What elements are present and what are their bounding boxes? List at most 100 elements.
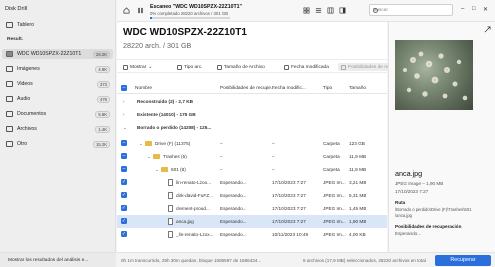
sidebar-item-disk[interactable]: WDC WD10SPZX-22Z10T1 28.2K — [2, 49, 113, 59]
chevron-right-icon: › — [123, 98, 125, 104]
minimize-button[interactable]: – — [461, 6, 464, 12]
group-row-deleted[interactable]: ⌄ Borrado o perdido (14208) - 125... — [117, 121, 387, 134]
row-checkbox[interactable]: – — [121, 153, 127, 160]
image-file-icon — [168, 218, 173, 225]
row-recovery: – — [220, 141, 223, 146]
count-badge: 5.8K — [95, 110, 110, 118]
row-checkbox[interactable]: ✓ — [121, 179, 127, 186]
list-view-icon[interactable] — [315, 7, 322, 14]
row-type: Carpeta — [323, 154, 340, 159]
chevron-down-icon: ⌄ — [147, 153, 151, 159]
column-recovery[interactable]: Posibilidades de recupe... — [220, 86, 275, 91]
row-size: 123 GB — [349, 141, 365, 146]
show-dropdown[interactable]: Mostrar ⌄ — [123, 63, 152, 71]
row-checkbox[interactable]: – — [121, 166, 127, 173]
search-icon — [373, 8, 378, 13]
sidebar: Disk Drill Tablero Result. WDC WD10SPZX-… — [0, 0, 116, 267]
row-modified: – — [272, 141, 275, 146]
audio-icon — [6, 96, 13, 102]
sidebar-item-images[interactable]: Imágenes 4.9K — [2, 64, 113, 74]
sidebar-item-documents[interactable]: Documentos 5.8K — [2, 109, 113, 119]
count-badge: 373 — [97, 80, 110, 88]
scan-title: Escaneo "WDC WD10SPZX-22Z10T1" — [150, 4, 242, 10]
row-type: JPEG Im... — [323, 232, 346, 237]
row-size: 5,31 MB — [349, 193, 367, 198]
show-results-link[interactable]: Mostrar los resultados del análisis e... — [0, 252, 116, 267]
column-size[interactable]: Tamaño — [349, 86, 366, 91]
row-type: JPEG Im... — [323, 219, 346, 224]
count-badge: 28.2K — [93, 50, 110, 58]
recovery-icon — [341, 64, 346, 70]
row-size: 11,9 MB — [349, 154, 367, 159]
row-checkbox[interactable]: ✓ — [121, 218, 127, 225]
table-row[interactable]: ✓ clement-proud... Esperando... 17/10/20… — [117, 202, 387, 215]
filesize-filter[interactable]: Tamaño de Archivo — [217, 63, 265, 71]
recover-button[interactable]: Recuperar — [435, 255, 491, 266]
folder-icon — [153, 153, 160, 159]
column-modified[interactable]: Fecha modific... — [272, 86, 306, 91]
document-icon — [6, 111, 13, 117]
image-file-icon — [168, 192, 173, 199]
sidebar-item-audio[interactable]: Audio 476 — [2, 94, 113, 104]
image-icon — [6, 66, 13, 72]
row-checkbox[interactable]: ✓ — [121, 231, 127, 238]
table-row[interactable]: ✓ dirk-david-FuFZ... Esperando... 17/10/… — [117, 189, 387, 202]
image-file-icon — [168, 179, 173, 186]
count-badge: 476 — [97, 95, 110, 103]
show-label: Mostrar — [130, 64, 147, 70]
pause-icon[interactable] — [137, 7, 144, 14]
sidebar-item-label: Tablero — [17, 22, 35, 28]
show-results-label: Mostrar los resultados del análisis e... — [8, 258, 89, 263]
grid-view-icon[interactable] — [303, 7, 310, 14]
group-label: Reconstruido (2) - 2,7 KB — [137, 99, 193, 104]
row-name: Drive (F) (11375) — [155, 141, 191, 146]
chevron-down-icon: ⌄ — [123, 124, 127, 130]
search-input[interactable]: Buscar — [369, 4, 453, 16]
sidebar-item-videos[interactable]: Videos 373 — [2, 79, 113, 89]
row-recovery: – — [220, 167, 223, 172]
sidebar-item-label: Imágenes — [17, 66, 40, 72]
column-type[interactable]: Tipo — [323, 86, 332, 91]
row-checkbox[interactable]: ✓ — [121, 205, 127, 212]
table-row[interactable]: ✓ _lin-renato-Lzox... Esperando... 10/11… — [117, 228, 387, 241]
count-badge: 4.9K — [95, 65, 110, 73]
home-icon[interactable] — [123, 7, 130, 14]
table-header: – Nombre Posibilidades de recupe... Fech… — [117, 82, 387, 94]
count-badge: 1.4K — [95, 125, 110, 133]
sidebar-item-archives[interactable]: Archivos 1.4K — [2, 124, 113, 134]
sidebar-item-other[interactable]: Otro 15.2K — [2, 139, 113, 149]
table-row-selected[interactable]: ✓ anca.jpg Esperando... 17/10/2023 7:27 … — [117, 215, 387, 228]
maximize-button[interactable]: □ — [472, 6, 476, 12]
preview-recovery-label: Posibilidades de recuperación — [395, 224, 462, 229]
chevron-right-icon: › — [123, 111, 125, 117]
row-size: 1,45 MB — [349, 206, 367, 211]
row-checkbox[interactable]: ✓ — [121, 192, 127, 199]
row-type: JPEG Im... — [323, 206, 346, 211]
other-icon — [6, 141, 13, 147]
row-modified: 17/10/2023 7:27 — [272, 206, 306, 211]
filetype-icon — [177, 64, 182, 70]
sidebar-item-tablero[interactable]: Tablero — [2, 20, 113, 30]
row-checkbox[interactable]: – — [121, 140, 127, 147]
group-row-existing[interactable]: › Existente (14010) - 175 GB — [117, 108, 387, 121]
column-name[interactable]: Nombre — [135, 86, 152, 91]
group-row-reconstructed[interactable]: › Reconstruido (2) - 2,7 KB — [117, 95, 387, 108]
scan-status-text: 0h 1m transcurrido, 29h 30m quedan, bloq… — [121, 258, 262, 263]
close-button[interactable]: ✕ — [483, 6, 488, 13]
filetype-filter[interactable]: Tipo arc. — [177, 63, 202, 71]
table-row[interactable]: – ⌄ 501 (8) – – Carpeta 11,9 MB — [117, 163, 387, 176]
table-row[interactable]: – ⌄ Drive (F) (11375) – – Carpeta 123 GB — [117, 137, 387, 150]
table-row[interactable]: – ⌄ Trashes (5) – – Carpeta 11,9 MB — [117, 150, 387, 163]
modified-date-filter[interactable]: Fecha modificada — [284, 63, 329, 71]
dashboard-icon — [6, 22, 13, 28]
sidebar-item-label: Videos — [17, 81, 33, 87]
columns-view-icon[interactable] — [327, 7, 334, 14]
table-row[interactable]: ✓ lin-renato-Lzoo... Esperando... 17/10/… — [117, 176, 387, 189]
modified-label: Fecha modificada — [291, 64, 329, 70]
page-title: WDC WD10SPZX-22Z10T1 — [123, 27, 247, 38]
sidebar-item-label: WDC WD10SPZX-22Z10T1 — [17, 51, 82, 57]
select-all-checkbox[interactable]: – — [121, 85, 127, 91]
scan-progress-text: 0% completado 28220 archivos / 301 GB — [150, 11, 229, 16]
expand-icon[interactable] — [484, 26, 491, 33]
preview-panel-icon[interactable] — [339, 7, 346, 14]
